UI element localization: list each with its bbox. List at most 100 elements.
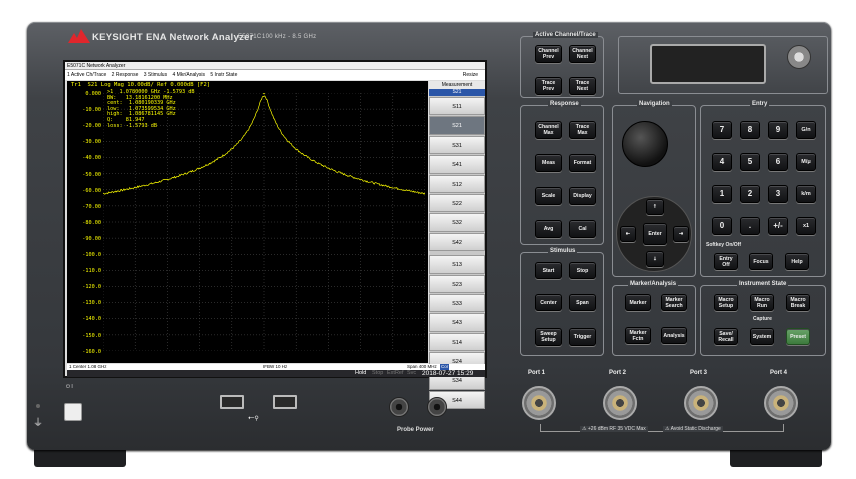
trace-next-key[interactable]: Trace Next: [569, 77, 596, 95]
keysight-logo-icon: [68, 29, 90, 43]
channel-prev-key[interactable]: Channel Prev: [535, 45, 562, 63]
entry-title: Entry: [750, 101, 770, 107]
probe-power-1[interactable]: [389, 397, 409, 417]
cal-key[interactable]: Cal: [569, 220, 596, 238]
stop-key[interactable]: Stop: [569, 262, 596, 279]
lock-icon[interactable]: [787, 45, 811, 69]
menu-stimulus[interactable]: 3 Stimulus: [144, 72, 167, 78]
status-led: [36, 404, 40, 408]
softkey-s32[interactable]: S32: [429, 213, 485, 232]
stop-status: Stop: [372, 370, 384, 376]
entry-key[interactable]: 3: [768, 185, 788, 203]
entry-key[interactable]: 4: [712, 153, 732, 171]
scale-key[interactable]: Scale: [535, 187, 562, 205]
entry-key[interactable]: k/m: [796, 185, 816, 203]
entry-key[interactable]: M/μ: [796, 153, 816, 171]
center-key[interactable]: Center: [535, 294, 562, 311]
avg-key[interactable]: Avg: [535, 220, 562, 238]
softkey-s33[interactable]: S33: [429, 293, 485, 313]
entry-key[interactable]: 8: [740, 121, 760, 139]
menu-mkr-analysis[interactable]: 4 Mkr/Analysis: [172, 72, 205, 78]
entry-key[interactable]: 9: [768, 121, 788, 139]
softkey-s11[interactable]: S11: [429, 97, 485, 116]
rotary-knob[interactable]: [622, 121, 668, 167]
start-key[interactable]: Start: [535, 262, 562, 279]
channel-next-key[interactable]: Channel Next: [569, 45, 596, 63]
port1-label: Port 1: [528, 370, 546, 376]
trigger-key[interactable]: Trigger: [569, 328, 596, 346]
softkey-s13[interactable]: S13: [429, 255, 485, 274]
meas-key[interactable]: Meas: [535, 154, 562, 172]
entry-key[interactable]: 0: [712, 217, 732, 235]
sweep-setup-key[interactable]: Sweep Setup: [535, 328, 562, 346]
marker-key[interactable]: Marker: [625, 294, 651, 311]
arrow-down-key[interactable]: ⭣: [646, 251, 664, 267]
marker-search-key[interactable]: Marker Search: [661, 294, 687, 311]
marker-1-triangle[interactable]: [261, 93, 267, 95]
navigation-title: Navigation: [637, 101, 672, 107]
trace-graph: 1: [103, 93, 425, 351]
trace-plot[interactable]: Tr1 S21 Log Mag 10.00dB/ Ref 0.000dB [F2…: [67, 81, 428, 363]
port2-connector[interactable]: [603, 386, 637, 420]
usb-port-1[interactable]: [220, 395, 244, 409]
macro-run-key[interactable]: Macro Run: [750, 294, 774, 311]
system-key[interactable]: System: [750, 328, 774, 345]
svc-status: Svc: [407, 370, 417, 376]
softkey-s12[interactable]: S12: [429, 174, 485, 193]
menu-active-ch[interactable]: 1 Active Ch/Trace: [67, 72, 106, 78]
channel-max-key[interactable]: Channel Max: [535, 121, 562, 139]
softkey-s42[interactable]: S42: [429, 232, 485, 252]
port4-connector[interactable]: [764, 386, 798, 420]
macro-break-key[interactable]: Macro Break: [786, 294, 810, 311]
marker-fctn-key[interactable]: Marker Fctn: [625, 327, 651, 344]
arrow-left-key[interactable]: ⇤: [620, 226, 636, 242]
softkey-s14[interactable]: S14: [429, 332, 485, 352]
arrow-up-key[interactable]: ⭡: [646, 199, 664, 215]
preset-key[interactable]: Preset: [786, 328, 810, 345]
menu-bar: 1 Active Ch/Trace 2 Response 3 Stimulus …: [65, 70, 485, 80]
focus-key[interactable]: Focus: [749, 253, 773, 270]
softkey-s43[interactable]: S43: [429, 313, 485, 332]
port3-label: Port 3: [690, 370, 708, 376]
softkey-s31[interactable]: S31: [429, 135, 485, 155]
entry-key[interactable]: 5: [740, 153, 760, 171]
softkey-s23[interactable]: S23: [429, 274, 485, 293]
right-foot: [730, 449, 822, 467]
save-recall-key[interactable]: Save/ Recall: [714, 328, 738, 345]
entry-key[interactable]: 7: [712, 121, 732, 139]
frequency-range: 100 kHz - 8.5 GHz: [262, 34, 317, 40]
resize-button[interactable]: Resize: [463, 70, 478, 80]
entry-off-key[interactable]: Entry Off: [714, 253, 738, 270]
macro-setup-key[interactable]: Macro Setup: [714, 294, 738, 311]
trace-max-key[interactable]: Trace Max: [569, 121, 596, 139]
analysis-key[interactable]: Analysis: [661, 327, 687, 344]
softkey-s41[interactable]: S41: [429, 155, 485, 174]
ground-icon: ⏚: [33, 418, 43, 429]
entry-key[interactable]: G/n: [796, 121, 816, 139]
softkey-s22[interactable]: S22: [429, 193, 485, 213]
format-key[interactable]: Format: [569, 154, 596, 172]
span-key[interactable]: Span: [569, 294, 596, 311]
enter-key[interactable]: Enter: [643, 223, 667, 245]
help-key[interactable]: Help: [785, 253, 809, 270]
entry-key[interactable]: 1: [712, 185, 732, 203]
menu-response[interactable]: 2 Response: [112, 72, 139, 78]
entry-key[interactable]: 2: [740, 185, 760, 203]
entry-key[interactable]: x1: [796, 217, 816, 235]
softkey-s21[interactable]: S21: [429, 116, 485, 135]
entry-key[interactable]: +/-: [768, 217, 788, 235]
probe-power-2[interactable]: [427, 397, 447, 417]
instrument-state-title: Instrument State: [737, 281, 789, 287]
port3-connector[interactable]: [684, 386, 718, 420]
response-title: Response: [548, 101, 581, 107]
port1-connector[interactable]: [522, 386, 556, 420]
trace-prev-key[interactable]: Trace Prev: [535, 77, 562, 95]
power-button[interactable]: [64, 403, 82, 421]
entry-key[interactable]: 6: [768, 153, 788, 171]
menu-instr-state[interactable]: 5 Instr State: [210, 72, 237, 78]
entry-key[interactable]: .: [740, 217, 760, 235]
usb-port-2[interactable]: [273, 395, 297, 409]
softkey-on-off-label: Softkey On/Off: [706, 242, 742, 248]
arrow-right-key[interactable]: ⇥: [673, 226, 689, 242]
display-key[interactable]: Display: [569, 187, 596, 205]
